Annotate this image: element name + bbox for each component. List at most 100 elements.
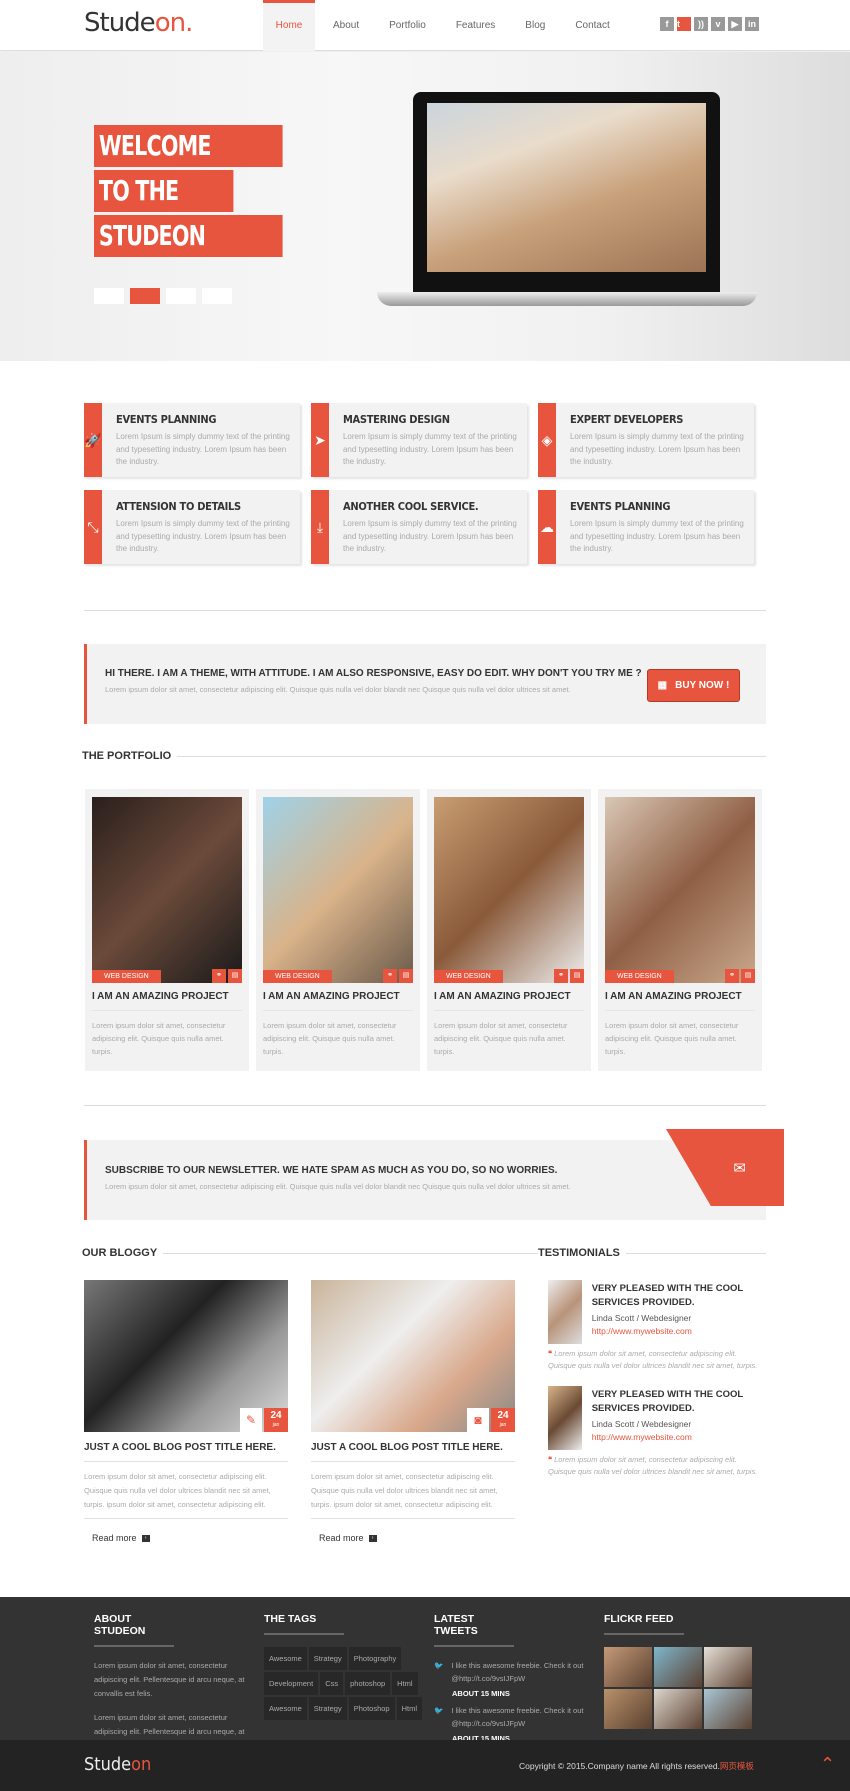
tweet-text[interactable]: I like this awesome freebie. Check it ou… [451, 1704, 594, 1730]
footer-logo[interactable]: Studeon [84, 1754, 151, 1775]
divider [84, 610, 766, 611]
blog-title[interactable]: JUST A COOL BLOG POST TITLE HERE. [311, 1442, 515, 1462]
portfolio-image[interactable]: WEB DESIGN ⚭ ▤ [434, 797, 584, 983]
link-icon[interactable]: ⚭ [725, 969, 739, 983]
portfolio-image[interactable]: WEB DESIGN ⚭ ▤ [263, 797, 413, 983]
portfolio-image[interactable]: WEB DESIGN ⚭ ▤ [92, 797, 242, 983]
link-icon[interactable]: ⚭ [554, 969, 568, 983]
twitter-icon[interactable]: t [677, 17, 691, 31]
flickr-thumb[interactable] [604, 1689, 652, 1729]
tweet-text[interactable]: I like this awesome freebie. Check it ou… [451, 1659, 594, 1685]
portfolio-title[interactable]: I AM AN AMAZING PROJECT [434, 991, 584, 1011]
flickr-thumb[interactable] [704, 1689, 752, 1729]
portfolio-actions: ⚭ ▤ [383, 969, 413, 983]
testimonial-link[interactable]: http://www.mywebsite.com [592, 1326, 758, 1336]
testimonial-info: VERY PLEASED WITH THE COOL SERVICES PROV… [592, 1386, 758, 1450]
nav-portfolio[interactable]: Portfolio [377, 0, 438, 51]
tag-link[interactable]: Strategy [308, 1697, 347, 1720]
grid-icon: ▦ [657, 680, 668, 691]
category-tag[interactable]: WEB DESIGN [92, 970, 161, 983]
avatar [548, 1386, 582, 1450]
tag-link[interactable]: Photoshop [348, 1697, 395, 1720]
blog-title[interactable]: JUST A COOL BLOG POST TITLE HERE. [84, 1442, 288, 1462]
blog-image[interactable]: ◙ 24 jan [311, 1280, 515, 1432]
tag-link[interactable]: Css [320, 1672, 344, 1695]
flickr-thumb[interactable] [604, 1647, 652, 1687]
gallery-icon[interactable]: ▤ [399, 969, 413, 983]
arrow-icon: › [368, 1534, 377, 1542]
tag-link[interactable]: Awesome [264, 1647, 307, 1670]
template-link[interactable]: 网页模板 [720, 1761, 754, 1771]
category-tag[interactable]: WEB DESIGN [434, 970, 503, 983]
buy-now-button[interactable]: ▦ BUY NOW ! [647, 669, 740, 702]
tag-link[interactable]: Awesome [264, 1697, 307, 1720]
nav-about[interactable]: About [321, 0, 371, 51]
tag-link[interactable]: photoshop [345, 1672, 391, 1695]
main-nav: Home About Portfolio Features Blog Contact [263, 0, 628, 51]
link-icon[interactable]: ⚭ [212, 969, 226, 983]
tag-link[interactable]: Development [264, 1672, 319, 1695]
portfolio-description: Lorem ipsum dolor sit amet, consectetur … [434, 1021, 568, 1056]
slider-dot-1[interactable] [94, 288, 124, 304]
flickr-thumb[interactable] [704, 1647, 752, 1687]
service-title: EVENTS PLANNING [115, 413, 217, 426]
portfolio-actions: ⚭ ▤ [725, 969, 755, 983]
logo[interactable]: Studeon. [84, 8, 193, 38]
youtube-icon[interactable]: ▶ [728, 17, 742, 31]
portfolio-title[interactable]: I AM AN AMAZING PROJECT [605, 991, 755, 1011]
laptop-image [377, 92, 757, 312]
category-tag[interactable]: WEB DESIGN [605, 970, 674, 983]
linkedin-icon[interactable]: in [745, 17, 759, 31]
service-text: ATTENSION TO DETAILS Lorem Ipsum is simpl… [102, 490, 300, 564]
back-to-top-icon[interactable]: ⌃ [820, 1754, 835, 1775]
slider-dot-2[interactable] [130, 288, 160, 304]
newsletter-title: SUBSCRIBE TO OUR NEWSLETTER. WE HATE SPA… [105, 1165, 558, 1176]
flickr-thumb[interactable] [654, 1689, 702, 1729]
nav-features[interactable]: Features [444, 0, 507, 51]
read-more-link[interactable]: Read more › [319, 1533, 515, 1543]
service-description: Lorem Ipsum is simply dummy text of the … [115, 432, 290, 466]
tag-link[interactable]: Strategy [308, 1647, 347, 1670]
portfolio-item[interactable]: WEB DESIGN ⚭ ▤ I AM AN AMAZING PROJECT Lorem… [85, 789, 249, 1071]
quote-text: Lorem ipsum dolor sit amet, consectetur … [548, 1455, 758, 1476]
gallery-icon[interactable]: ▤ [228, 969, 242, 983]
testimonial-headline: VERY PLEASED WITH THE COOL SERVICES PROV… [591, 1283, 744, 1308]
blog-excerpt: Lorem ipsum dolor sit amet, consectetur … [84, 1470, 288, 1519]
portfolio-title[interactable]: I AM AN AMAZING PROJECT [92, 991, 242, 1011]
nav-contact[interactable]: Contact [563, 0, 621, 51]
portfolio-image[interactable]: WEB DESIGN ⚭ ▤ [605, 797, 755, 983]
rss-icon[interactable]: )) [694, 17, 708, 31]
read-more-link[interactable]: Read more › [92, 1533, 288, 1543]
portfolio-title[interactable]: I AM AN AMAZING PROJECT [263, 991, 413, 1011]
camera-icon: ◙ [467, 1408, 489, 1432]
portfolio-item[interactable]: WEB DESIGN ⚭ ▤ I AM AN AMAZING PROJECT Lorem… [598, 789, 762, 1071]
service-text: EVENTS PLANNING Lorem Ipsum is simply dum… [556, 490, 754, 564]
blog-post: ✎ 24 jan JUST A COOL BLOG POST TITLE HERE. L… [84, 1280, 288, 1543]
nav-blog[interactable]: Blog [513, 0, 557, 51]
blog-image[interactable]: ✎ 24 jan [84, 1280, 288, 1432]
pencil-icon: ✎ [240, 1408, 262, 1432]
testimonial-author: Linda Scott / Webdesigner [591, 1419, 692, 1429]
testimonial-link[interactable]: http://www.mywebsite.com [592, 1432, 758, 1442]
tag-link[interactable]: Html [396, 1697, 423, 1720]
post-date: 24 jan [491, 1408, 515, 1432]
footer-tags: THE TAGS Awesome Strategy Photography Devel… [264, 1613, 424, 1720]
nav-home[interactable]: Home [263, 0, 315, 51]
category-tag[interactable]: WEB DESIGN [263, 970, 332, 983]
vimeo-icon[interactable]: v [711, 17, 725, 31]
gallery-icon[interactable]: ▤ [570, 969, 584, 983]
portfolio-item[interactable]: WEB DESIGN ⚭ ▤ I AM AN AMAZING PROJECT Lorem… [427, 789, 591, 1071]
newsletter-box: SUBSCRIBE TO OUR NEWSLETTER. WE HATE SPA… [84, 1140, 766, 1220]
slider-dot-3[interactable] [166, 288, 196, 304]
slider-dot-4[interactable] [202, 288, 232, 304]
tag-link[interactable]: Photography [348, 1647, 402, 1670]
testimonial-header: VERY PLEASED WITH THE COOL SERVICES PROV… [548, 1280, 758, 1344]
tag-link[interactable]: Html [392, 1672, 418, 1695]
flickr-thumb[interactable] [654, 1647, 702, 1687]
gallery-icon[interactable]: ▤ [741, 969, 755, 983]
portfolio-item[interactable]: WEB DESIGN ⚭ ▤ I AM AN AMAZING PROJECT Lorem… [256, 789, 420, 1071]
link-icon[interactable]: ⚭ [383, 969, 397, 983]
service-description: Lorem Ipsum is simply dummy text of the … [569, 432, 744, 466]
facebook-icon[interactable]: f [660, 17, 674, 31]
bottom-bar: Studeon Copyright © 2015.Company name Al… [0, 1740, 850, 1791]
